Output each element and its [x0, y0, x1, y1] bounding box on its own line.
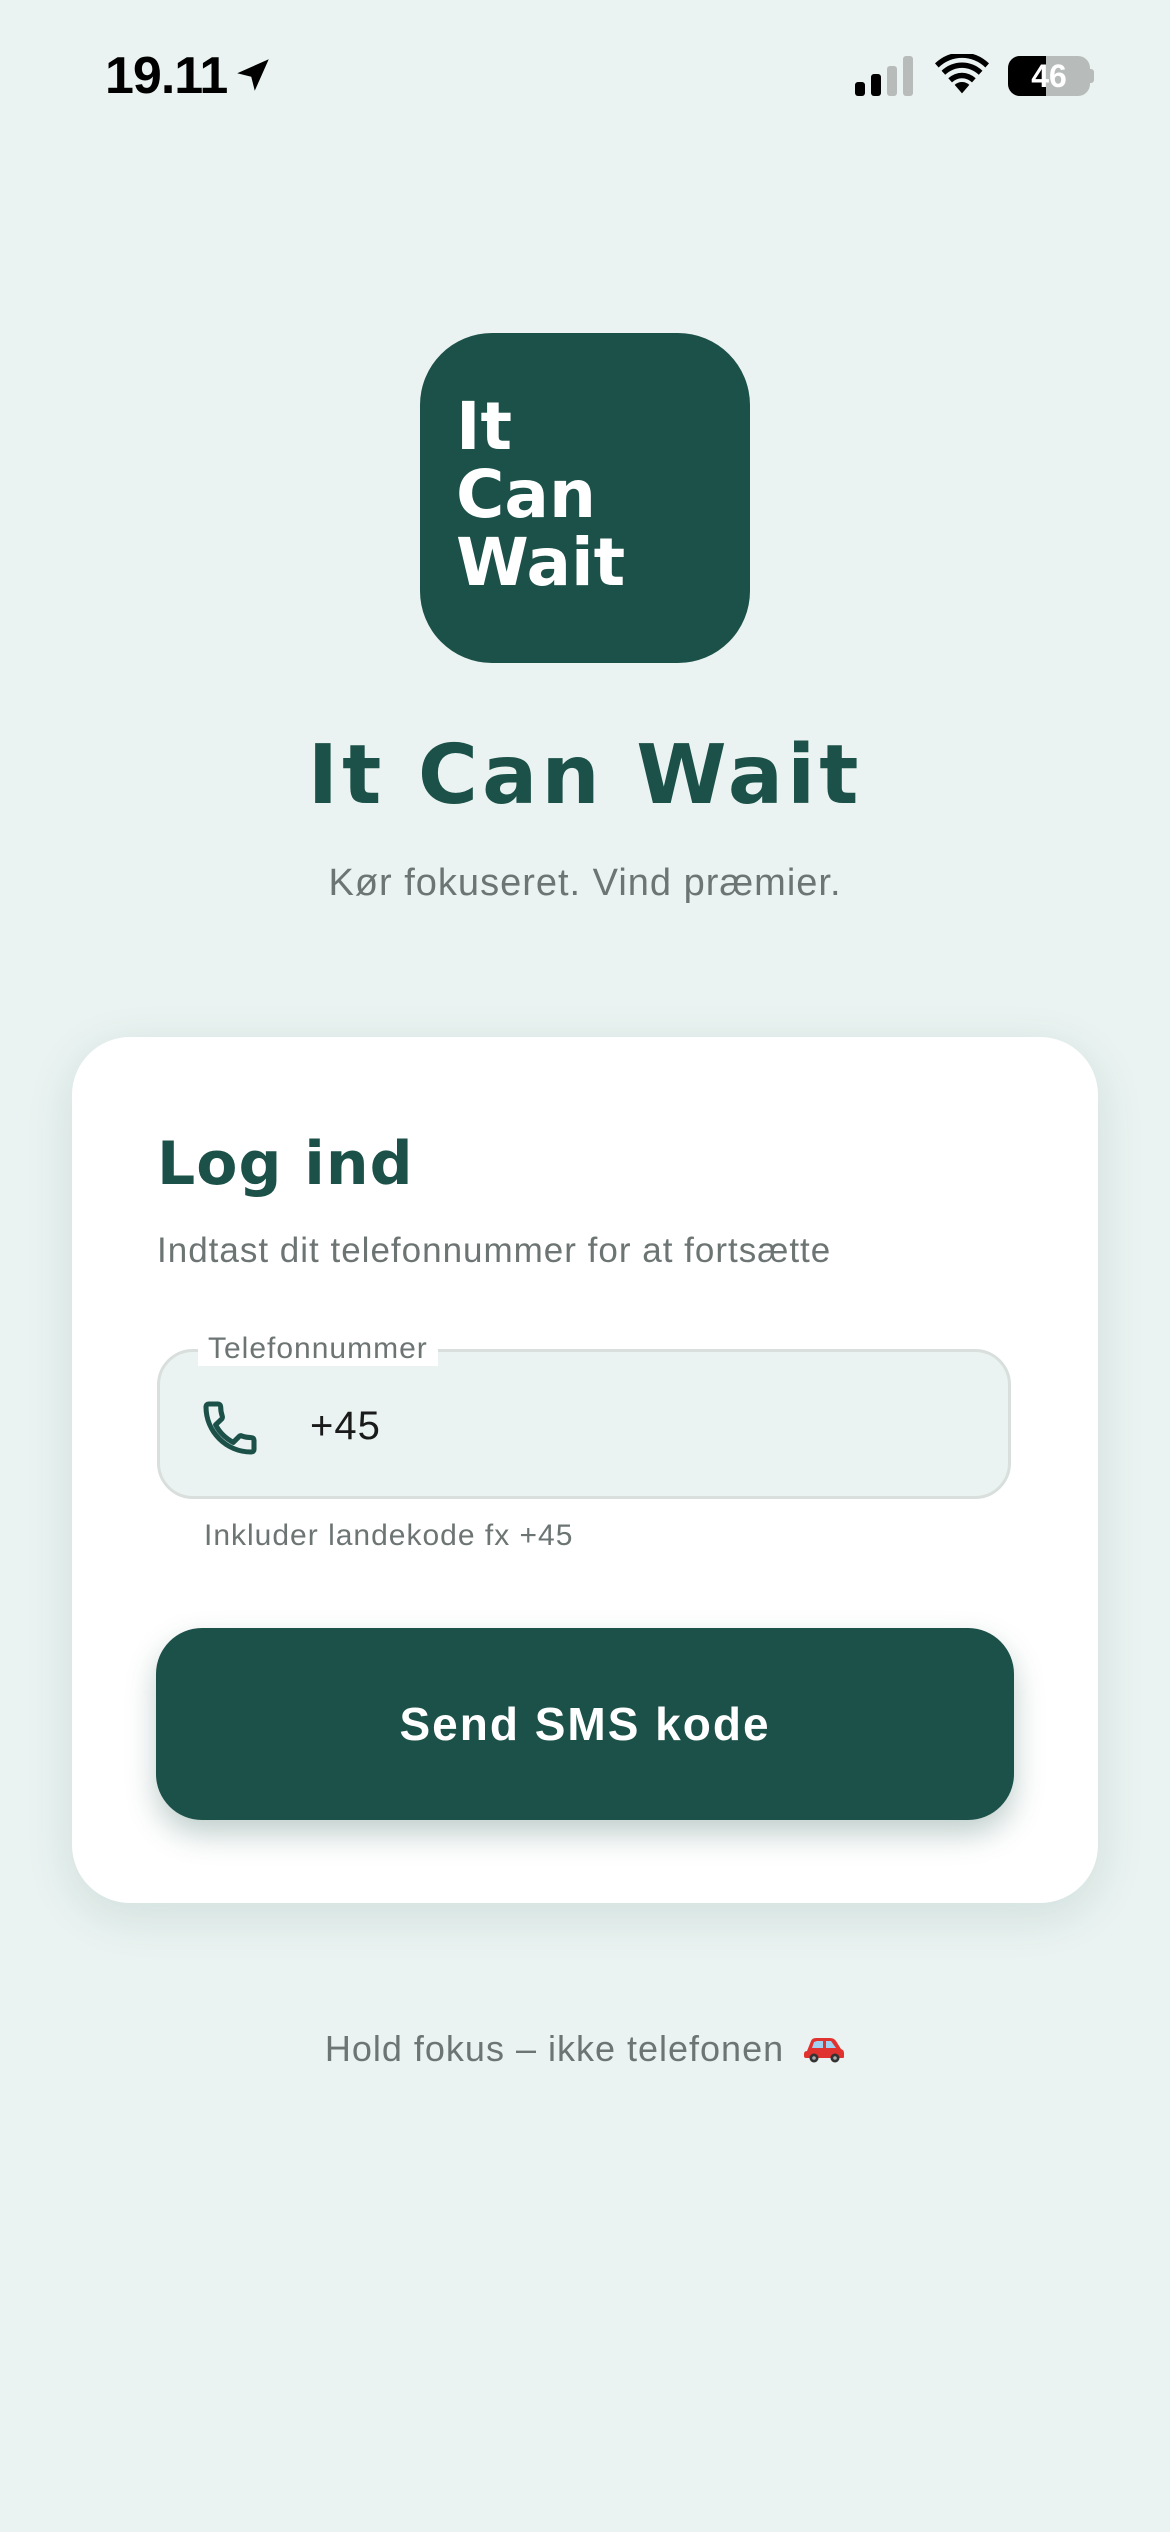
logo-wordmark: It Can Wait [456, 393, 625, 597]
battery-nub [1090, 69, 1094, 83]
battery-percentage: 46 [1031, 58, 1067, 94]
car-icon [804, 2038, 845, 2063]
location-arrow-icon [237, 59, 269, 91]
phone-number-input[interactable] [310, 1388, 960, 1464]
login-subtitle: Indtast dit telefonnummer for at fortsæt… [157, 1231, 832, 1270]
footer-message: Hold fokus – ikke telefonen [0, 2028, 1170, 2070]
login-card: Log ind Indtast dit telefonnummer for at… [72, 1037, 1098, 1903]
battery-icon: 46 [1008, 56, 1090, 96]
logo-line: It [456, 388, 513, 465]
status-bar: 19.11 46 [0, 0, 1170, 150]
app-tagline: Kør fokuseret. Vind præmier. [328, 862, 842, 904]
app-title: It Can Wait [307, 728, 863, 823]
app-logo: It Can Wait [420, 333, 750, 663]
footer-text: Hold fokus – ikke telefonen [324, 2028, 785, 2069]
send-sms-code-button[interactable]: Send SMS kode [156, 1628, 1014, 1820]
logo-line: Wait [456, 524, 626, 601]
phone-field-label: Telefonnummer [198, 1332, 438, 1366]
phone-field-helper: Inkluder landekode fx +45 [204, 1519, 574, 1552]
wifi-icon [935, 54, 989, 94]
phone-number-field[interactable]: Telefonnummer [157, 1332, 1011, 1499]
logo-line: Can [456, 456, 596, 533]
login-title: Log ind [157, 1129, 414, 1199]
phone-icon [203, 1401, 257, 1455]
cellular-signal-icon [855, 56, 913, 96]
status-time: 19.11 [105, 47, 228, 105]
